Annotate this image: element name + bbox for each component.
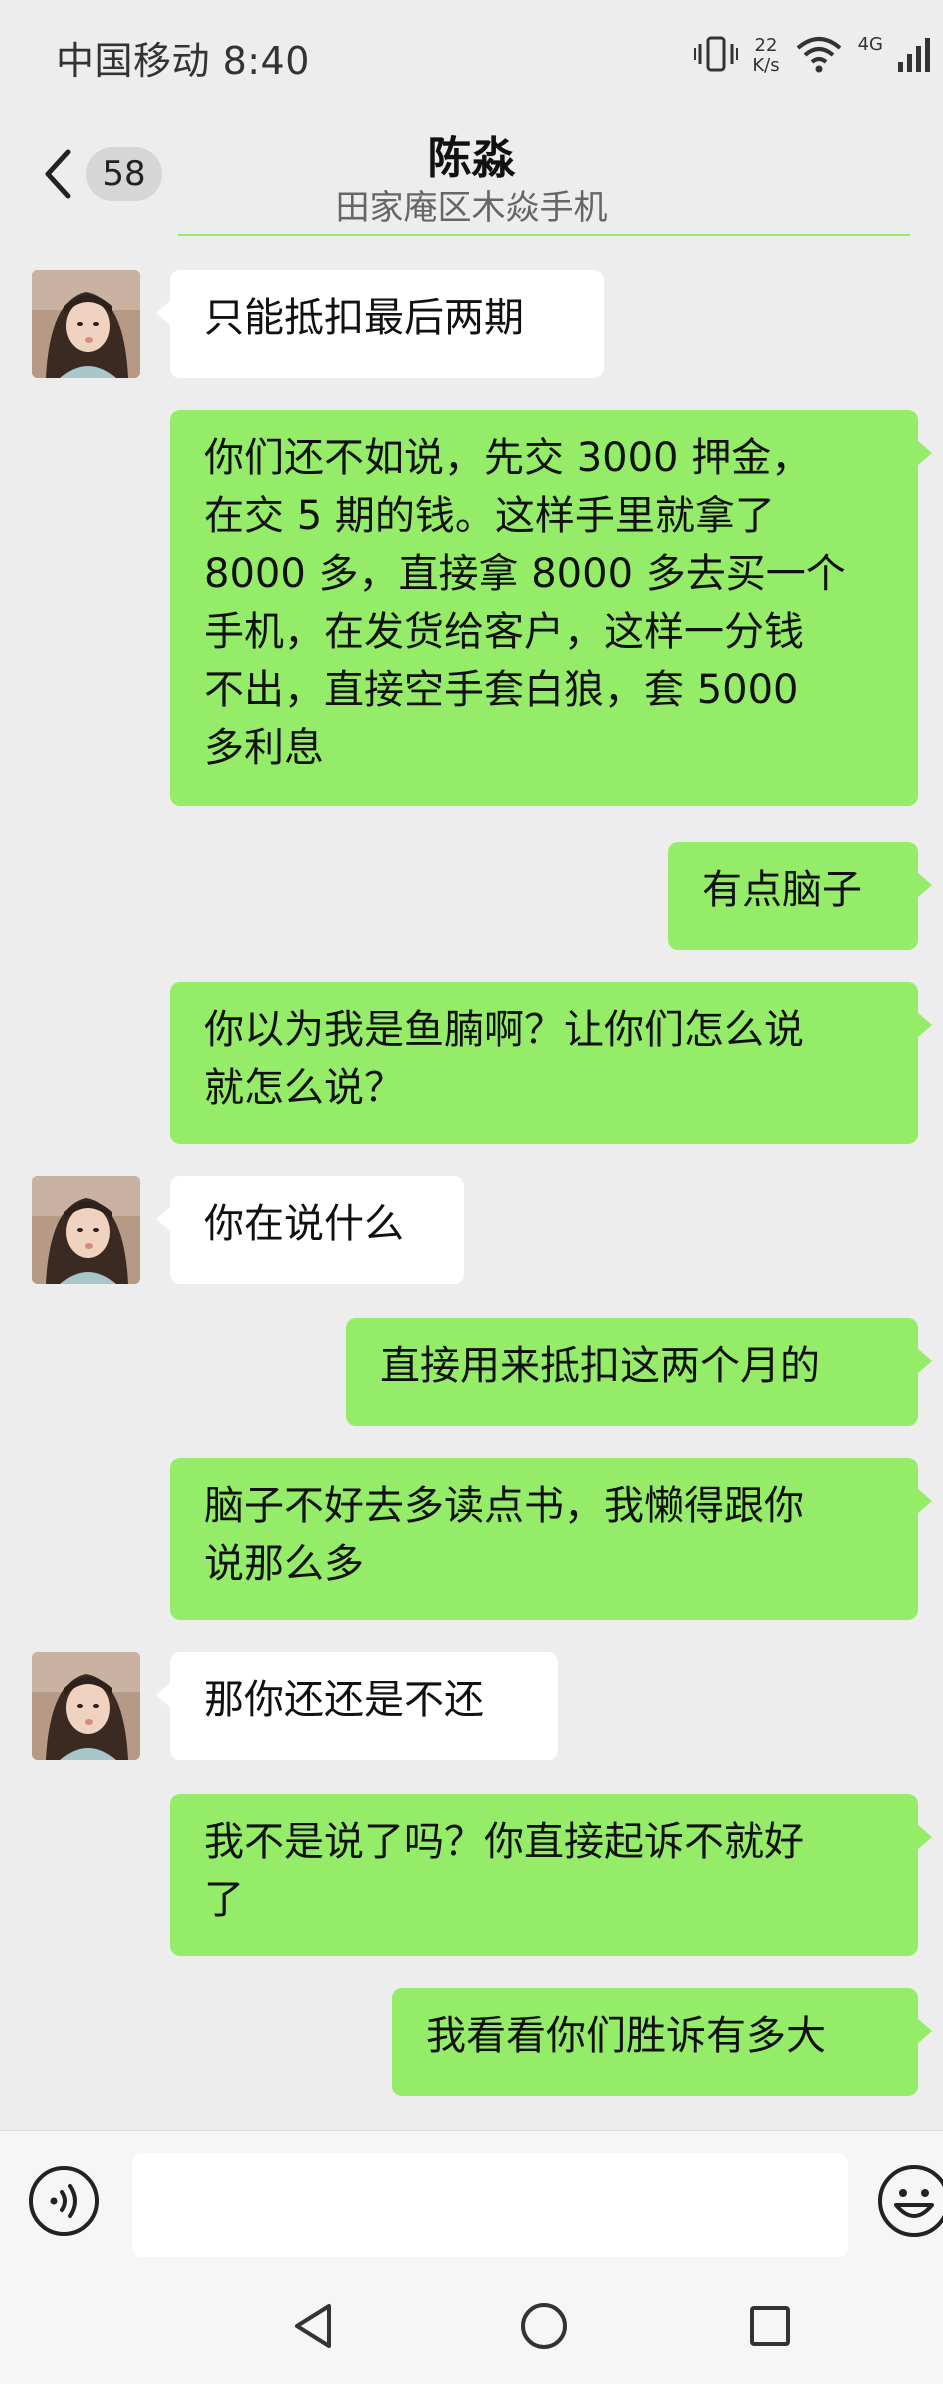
triangle-back-icon	[295, 2304, 331, 2348]
network-type: 4G	[857, 33, 883, 55]
emoji-button[interactable]	[876, 2163, 943, 2239]
input-bar	[0, 2130, 943, 2269]
avatar-image	[32, 270, 140, 378]
message-bubble-sent[interactable]: 我看看你们胜诉有多大	[392, 1988, 932, 2096]
message-bubble-sent[interactable]: 有点脑子	[668, 842, 932, 950]
avatar-image	[32, 1176, 140, 1284]
message-bubble-received[interactable]: 你在说什么	[156, 1176, 464, 1284]
network-speed: 22 K/s	[752, 36, 779, 76]
message-list[interactable]: 只能抵扣最后两期 你们还不如说，先交 3000 押金， 在交 5 期的钱。这样手…	[0, 238, 943, 2130]
message-bubble-sent[interactable]: 直接用来抵扣这两个月的	[346, 1318, 932, 1426]
speed-unit: K/s	[752, 55, 780, 76]
message-bubble-received[interactable]: 只能抵扣最后两期	[156, 270, 604, 378]
voice-input-button[interactable]	[28, 2165, 100, 2237]
nav-home-button[interactable]	[514, 2296, 574, 2356]
contact-avatar[interactable]	[32, 1652, 140, 1760]
speed-value: 22	[754, 35, 778, 56]
contact-subtitle: 田家庵区木焱手机	[335, 188, 608, 228]
square-recents-icon	[750, 2306, 790, 2346]
contact-avatar[interactable]	[32, 270, 140, 378]
contact-avatar[interactable]	[32, 1176, 140, 1284]
nav-recents-button[interactable]	[740, 2296, 800, 2356]
carrier-time: 中国移动 8:40	[56, 39, 310, 83]
message-input[interactable]	[132, 2153, 848, 2257]
vibrate-icon	[694, 34, 739, 78]
system-nav-bar	[0, 2268, 943, 2384]
message-bubble-sent[interactable]: 你们还不如说，先交 3000 押金， 在交 5 期的钱。这样手里就拿了 8000…	[170, 410, 932, 806]
avatar-image	[32, 1652, 140, 1760]
message-bubble-sent[interactable]: 你以为我是鱼腩啊？让你们怎么说 就怎么说？	[170, 982, 932, 1144]
message-bubble-received[interactable]: 那你还还是不还	[156, 1652, 558, 1760]
contact-name: 陈淼	[427, 133, 516, 184]
message-bubble-sent[interactable]: 脑子不好去多读点书，我懒得跟你 说那么多	[170, 1458, 932, 1620]
voice-icon	[29, 2166, 99, 2236]
status-icons: 22 K/s 4G	[694, 30, 931, 82]
nav-back-button[interactable]	[285, 2296, 345, 2356]
emoji-icon	[878, 2165, 943, 2237]
signal-icon	[897, 34, 931, 78]
wifi-icon	[794, 34, 844, 78]
header-divider	[178, 234, 910, 236]
circle-home-icon	[521, 2303, 567, 2349]
chat-header: 58 陈淼 田家庵区木焱手机	[0, 112, 943, 238]
status-bar: 中国移动 8:40 22 K/s 4G	[0, 0, 943, 112]
message-bubble-sent[interactable]: 我不是说了吗？你直接起诉不就好 了	[170, 1794, 932, 1956]
